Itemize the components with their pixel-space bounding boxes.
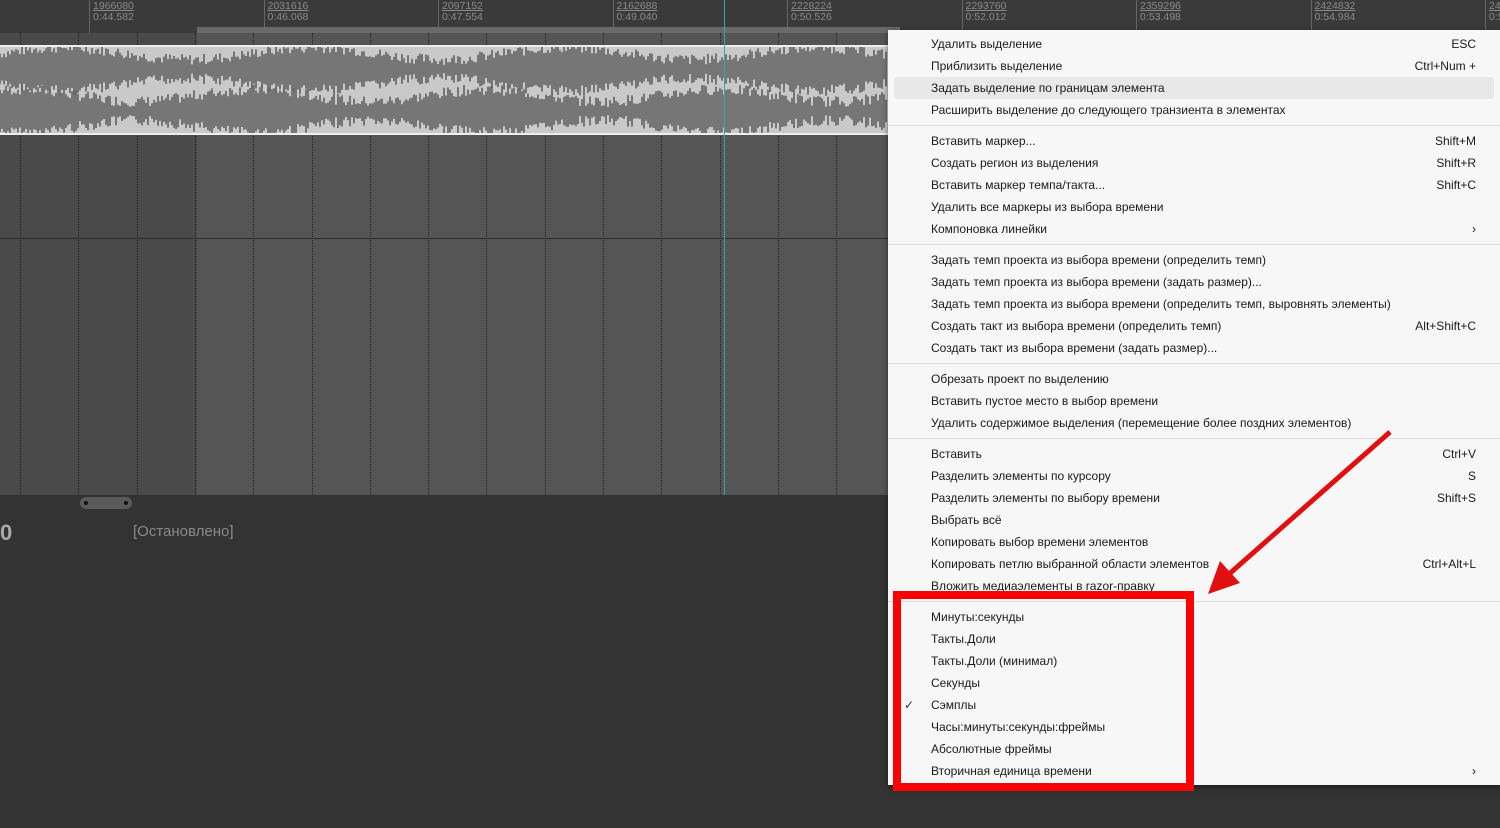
annotation-arrow [1208, 430, 1392, 594]
